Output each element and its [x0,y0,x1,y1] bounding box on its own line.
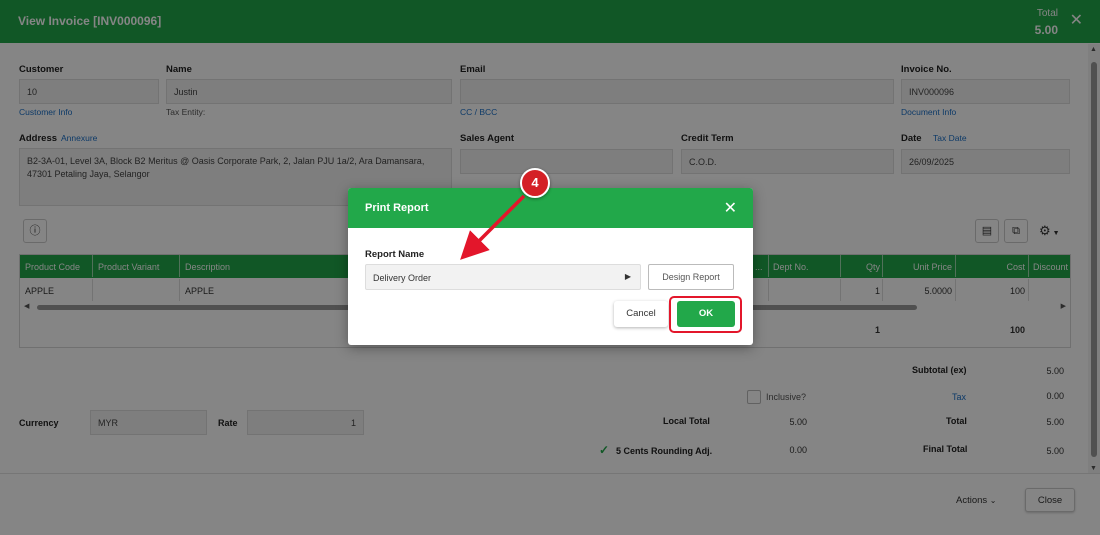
arrow-line [460,194,526,260]
step-number-badge: 4 [520,168,550,198]
annotation-arrow [460,194,526,260]
